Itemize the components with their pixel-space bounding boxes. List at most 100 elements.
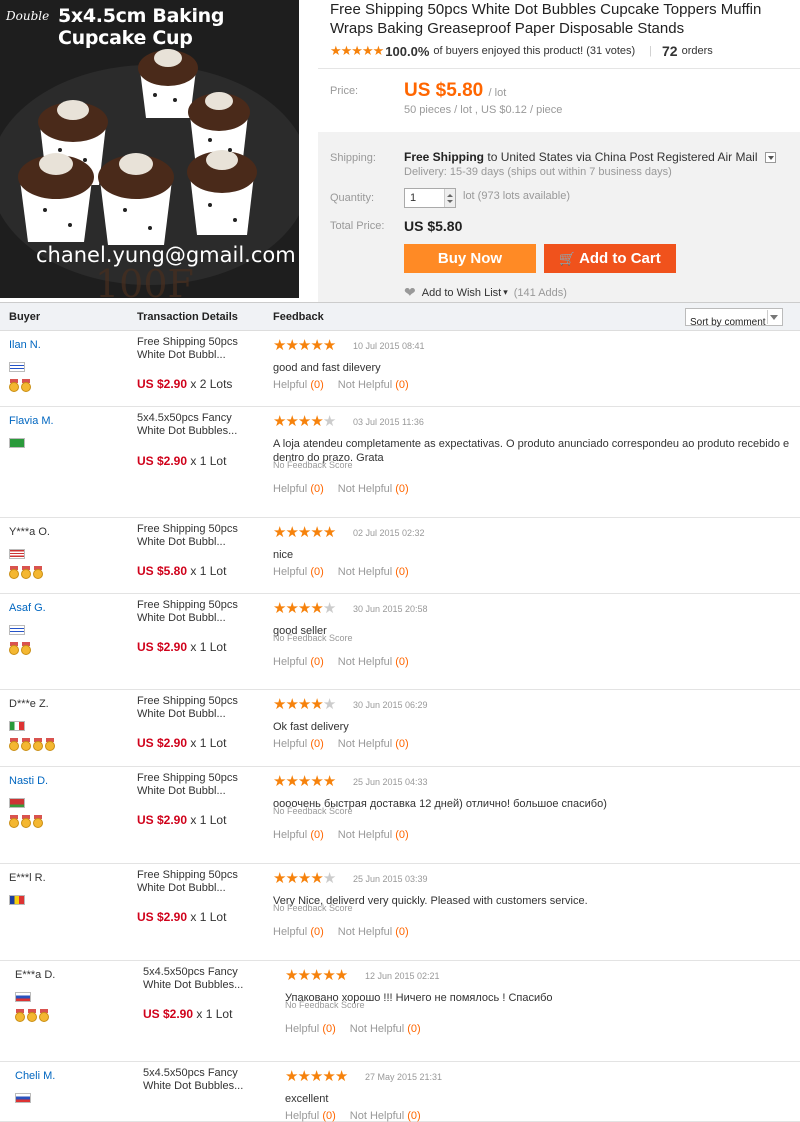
wish-list-label[interactable]: Add to Wish List [422,287,501,299]
transaction-product[interactable]: 5x4.5x50pcs Fancy White Dot Bubbles... [143,966,265,992]
buyer-name[interactable]: Flavia M. [9,415,54,427]
helpful-count: (0) [310,829,324,841]
feedback-date: 12 Jun 2015 02:21 [365,971,440,981]
rating-text[interactable]: of buyers enjoyed this product! (31 vote… [433,45,635,57]
quantity-stepper[interactable] [444,189,455,207]
orders-count: 72 [662,43,678,59]
transaction-price: US $2.90 x 1 Lot [137,813,226,827]
transaction-product[interactable]: 5x4.5x50pcs Fancy White Dot Bubbles... [143,1067,265,1093]
medal-icon [21,379,31,392]
delivery-estimate: Delivery: 15-39 days (ships out within 7… [404,166,672,178]
star-filled-icon: ★ [297,773,311,790]
shipping-to: to [487,150,498,164]
feedback-date: 30 Jun 2015 20:58 [353,604,428,614]
col-transaction: Transaction Details [137,311,238,323]
helpful-count: (0) [322,1023,336,1035]
rating-stars: ★★★★★ [285,967,348,984]
feedback-table-header: Buyer Transaction Details Feedback Sort … [0,302,800,331]
transaction-product[interactable]: Free Shipping 50pcs White Dot Bubbl... [137,869,259,895]
shipping-info[interactable]: Free Shipping to United States via China… [404,150,776,164]
star-filled-icon: ★ [297,337,311,354]
not-helpful-count: (0) [395,829,409,841]
star-filled-icon: ★ [285,870,298,887]
buyer-name: E***l R. [9,872,46,884]
transaction-product[interactable]: Free Shipping 50pcs White Dot Bubbl... [137,599,259,625]
transaction-price-value: US $5.80 [137,564,188,578]
buy-now-button[interactable]: Buy Now [404,244,536,273]
product-image[interactable]: Double 5x4.5cm Baking Cupcake Cup 100F B… [0,0,299,298]
not-helpful-link[interactable]: Not Helpful [338,926,392,938]
transaction-product[interactable]: Free Shipping 50pcs White Dot Bubbl... [137,772,259,798]
country-flag-icon [9,362,25,372]
shipping-destination: United States via China Post Registered … [500,150,758,164]
helpful-link[interactable]: Helpful [273,483,307,495]
helpful-count: (0) [310,926,324,938]
buyer-level-medals [9,566,43,579]
feedback-date: 03 Jul 2015 11:36 [353,417,424,427]
feedback-row: Ilan N. Free Shipping 50pcs White Dot Bub… [0,331,800,407]
star-filled-icon: ★ [309,1068,323,1085]
add-to-cart-button[interactable]: 🛒 Add to Cart [544,244,676,273]
buyer-name[interactable]: Cheli M. [15,1070,55,1082]
price-per-piece: 50 pieces / lot , US $0.12 / piece [404,104,563,116]
helpful-link[interactable]: Helpful [273,926,307,938]
helpful-link[interactable]: Helpful [273,566,307,578]
medal-icon [33,566,43,579]
star-filled-icon: ★ [297,696,311,713]
helpful-link[interactable]: Helpful [273,829,307,841]
buyer-name[interactable]: Asaf G. [9,602,46,614]
not-helpful-link[interactable]: Not Helpful [350,1023,404,1035]
transaction-product[interactable]: Free Shipping 50pcs White Dot Bubbl... [137,336,259,362]
shipping-label: Shipping: [330,152,376,164]
star-empty-icon: ★ [322,696,336,713]
price-value: US $5.80 / lot [404,80,506,102]
quantity-input[interactable]: 1 [404,188,456,208]
helpful-count: (0) [310,379,324,391]
not-helpful-link[interactable]: Not Helpful [338,656,392,668]
star-filled-icon: ★ [310,773,323,790]
transaction-product[interactable]: 5x4.5x50pcs Fancy White Dot Bubbles... [137,412,259,438]
not-helpful-count: (0) [395,926,409,938]
helpful-votes: Helpful (0) Not Helpful (0) [285,1110,421,1122]
sort-select[interactable]: Sort by comment [685,308,783,328]
feedback-row: E***l R. Free Shipping 50pcs White Dot Bu… [0,864,800,961]
quantity-label: Quantity: [330,192,375,204]
not-helpful-link[interactable]: Not Helpful [350,1110,404,1122]
buyer-level-medals [15,1009,49,1022]
not-helpful-link[interactable]: Not Helpful [338,566,392,578]
medal-icon [21,642,31,655]
helpful-link[interactable]: Helpful [285,1110,319,1122]
helpful-votes: Helpful (0) Not Helpful (0) [273,656,409,668]
buyer-name[interactable]: Ilan N. [9,339,41,351]
helpful-link[interactable]: Helpful [273,738,307,750]
helpful-link[interactable]: Helpful [273,379,307,391]
not-helpful-link[interactable]: Not Helpful [338,483,392,495]
transaction-product[interactable]: Free Shipping 50pcs White Dot Bubbl... [137,695,259,721]
star-filled-icon: ★ [297,413,311,430]
medal-icon [33,738,43,751]
helpful-link[interactable]: Helpful [285,1023,319,1035]
shipping-dropdown-icon[interactable] [764,152,776,164]
star-filled-icon: ★ [285,773,298,790]
total-price-value: US $5.80 [404,218,463,234]
price-amount: US $5.80 [404,80,484,101]
not-helpful-link[interactable]: Not Helpful [338,829,392,841]
helpful-votes: Helpful (0) Not Helpful (0) [273,738,409,750]
not-helpful-link[interactable]: Not Helpful [338,738,392,750]
medal-icon [39,1009,49,1022]
helpful-link[interactable]: Helpful [273,656,307,668]
transaction-price-value: US $2.90 [143,1007,194,1021]
buyer-name[interactable]: Nasti D. [9,775,48,787]
chevron-down-icon[interactable]: ▾ [503,287,508,298]
helpful-votes: Helpful (0) Not Helpful (0) [273,379,409,391]
transaction-product[interactable]: Free Shipping 50pcs White Dot Bubbl... [137,523,259,549]
not-helpful-link[interactable]: Not Helpful [338,379,392,391]
feedback-date: 25 Jun 2015 03:39 [353,874,428,884]
star-filled-icon: ★ [310,337,323,354]
star-filled-icon: ★ [334,967,348,984]
star-filled-icon: ★ [322,337,336,354]
wish-list[interactable]: ❤ Add to Wish List ▾ (141 Adds) [404,284,567,301]
feedback-text: excellent [285,1093,329,1105]
country-flag-icon [9,895,25,905]
divider [767,310,768,324]
